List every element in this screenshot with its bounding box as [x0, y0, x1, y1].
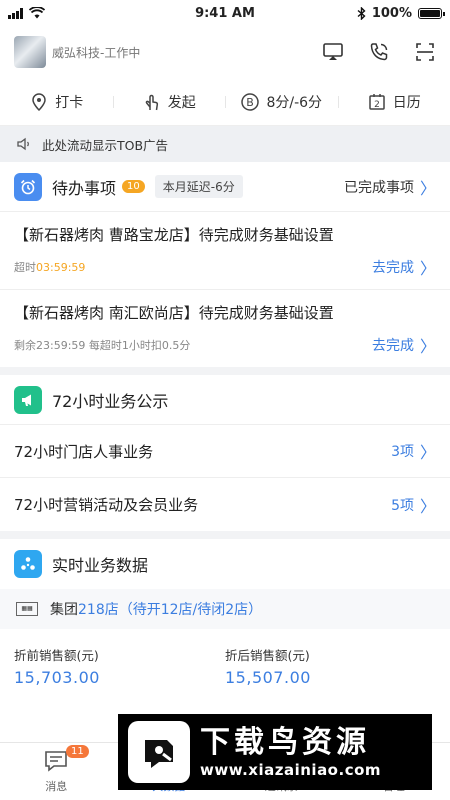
stat-value: 15,703.00 — [14, 668, 100, 687]
alarm-clock-icon — [14, 172, 42, 201]
todo-title: 待办事项 — [52, 178, 117, 198]
list-item-count: 5项〉 — [391, 493, 436, 517]
bird-logo-icon — [128, 721, 190, 783]
ad-text: 此处流动显示TOB广告 — [42, 137, 169, 153]
go-complete-button[interactable]: 去完成 〉 — [372, 255, 436, 279]
clock-in-button[interactable]: 打卡 — [0, 92, 113, 112]
megaphone-icon — [14, 385, 42, 414]
group-prefix: 集团 — [50, 602, 78, 618]
calendar-day: 2 — [374, 100, 380, 110]
chevron-right-icon: 〉 — [419, 337, 436, 356]
todo-item-meta: 剩余23:59:59 每超时1小时扣0.5分 — [14, 339, 191, 352]
watermark-title: 下载鸟资源 — [200, 725, 370, 760]
location-pin-icon — [32, 92, 47, 111]
delay-tag: 本月延迟-6分 — [154, 175, 243, 198]
stat-label: 折后销售额(元) — [225, 648, 310, 663]
calendar-button[interactable]: 2 日历 — [337, 92, 450, 112]
points-button[interactable]: B 8分/-6分 — [225, 92, 338, 112]
initiate-label: 发起 — [167, 94, 196, 111]
list-item[interactable]: 72小时营销活动及会员业务 5项〉 — [0, 478, 450, 531]
watermark: 下载鸟资源 www.xiazainiao.com — [118, 714, 432, 790]
stat-label: 折前销售额(元) — [14, 648, 99, 663]
overdue-timer: 03:59:59 — [36, 261, 86, 274]
app-header: 威弘科技-工作中 — [0, 26, 450, 78]
stat-after-discount[interactable]: 折后销售额(元) 15,507.00 — [225, 645, 436, 687]
count-value: 3项 — [391, 444, 414, 460]
todo-header: 待办事项 10 本月延迟-6分 已完成事项 〉 — [0, 162, 450, 212]
group-logo: ▦▦ — [16, 602, 38, 616]
quick-actions-bar: 打卡 发起 B 8分/-6分 2 日历 — [0, 78, 450, 126]
status-time: 9:41 AM — [195, 5, 255, 21]
todo-item-meta: 超时03:59:59 — [14, 259, 85, 275]
chevron-right-icon: 〉 — [419, 259, 436, 278]
list-item-label: 72小时门店人事业务 — [14, 442, 154, 461]
org-avatar[interactable] — [14, 36, 46, 68]
calendar-label: 日历 — [392, 94, 421, 111]
coin-icon: B — [241, 92, 260, 111]
ad-banner[interactable]: 此处流动显示TOB广告 — [0, 126, 450, 162]
message-badge: 11 — [66, 745, 89, 758]
todo-item-title: 【新石器烤肉 曹路宝龙店】待完成财务基础设置 — [14, 226, 334, 244]
phone-icon[interactable] — [368, 41, 390, 63]
stat-before-discount[interactable]: 折前销售额(元) 15,703.00 — [14, 645, 225, 687]
signal-icon — [8, 7, 23, 19]
public-header: 72小时业务公示 — [0, 375, 450, 425]
clock-in-label: 打卡 — [55, 94, 84, 111]
go-complete-button[interactable]: 去完成 〉 — [372, 333, 436, 357]
todo-item-title: 【新石器烤肉 南汇欧尚店】待完成财务基础设置 — [14, 304, 334, 322]
list-item[interactable]: 72小时门店人事业务 3项〉 — [0, 425, 450, 478]
realtime-title: 实时业务数据 — [52, 556, 149, 575]
completed-items-label: 已完成事项 — [343, 179, 414, 196]
bluetooth-icon — [357, 6, 366, 20]
calendar-icon: 2 — [369, 93, 385, 110]
chevron-right-icon: 〉 — [419, 443, 436, 462]
todo-item[interactable]: 【新石器烤肉 南汇欧尚店】待完成财务基础设置 剩余23:59:59 每超时1小时… — [0, 290, 450, 367]
screen-cast-icon[interactable] — [322, 41, 344, 63]
svg-text:B: B — [247, 96, 255, 109]
public-title: 72小时业务公示 — [52, 391, 169, 411]
go-complete-label: 去完成 — [371, 338, 414, 354]
org-status[interactable]: 威弘科技-工作中 — [52, 44, 322, 61]
group-summary[interactable]: ▦▦ 集团 218店（待开12店/待闭2店） — [0, 589, 450, 629]
initiate-button[interactable]: 发起 — [112, 92, 226, 112]
list-item-label: 72小时营销活动及会员业务 — [14, 496, 199, 514]
status-bar: 9:41 AM 100% — [0, 0, 450, 26]
points-label: 8分/-6分 — [266, 94, 323, 111]
realtime-header: 实时业务数据 — [0, 539, 450, 589]
chevron-right-icon: 〉 — [419, 178, 436, 198]
public-card: 72小时业务公示 72小时门店人事业务 3项〉 72小时营销活动及会员业务 5项… — [0, 375, 450, 531]
todo-count-badge: 10 — [122, 180, 145, 193]
hand-icon — [145, 94, 158, 110]
speaker-icon — [17, 137, 29, 151]
go-complete-label: 去完成 — [371, 260, 414, 276]
completed-items-link[interactable]: 已完成事项 〉 — [344, 175, 436, 199]
watermark-url: www.xiazainiao.com — [200, 761, 382, 779]
stat-value: 15,507.00 — [225, 668, 311, 687]
wifi-icon — [29, 7, 45, 19]
tab-messages[interactable]: 消息 11 — [0, 743, 113, 800]
scan-icon[interactable] — [414, 41, 436, 63]
list-item-count: 3项〉 — [391, 439, 436, 463]
todo-item[interactable]: 【新石器烤肉 曹路宝龙店】待完成财务基础设置 超时03:59:59 去完成 〉 — [0, 212, 450, 290]
count-value: 5项 — [391, 497, 414, 514]
stats-row: 折前销售额(元) 15,703.00 折后销售额(元) 15,507.00 — [0, 629, 450, 687]
chevron-right-icon: 〉 — [419, 496, 436, 516]
tab-label: 消息 — [45, 780, 68, 793]
battery-percent: 100% — [371, 5, 412, 21]
overdue-label: 超时 — [14, 261, 36, 274]
battery-icon — [417, 7, 445, 19]
todo-card: 待办事项 10 本月延迟-6分 已完成事项 〉 【新石器烤肉 曹路宝龙店】待完成… — [0, 162, 450, 367]
network-icon — [14, 550, 42, 578]
group-detail: 218店（待开12店/待闭2店） — [78, 602, 263, 618]
